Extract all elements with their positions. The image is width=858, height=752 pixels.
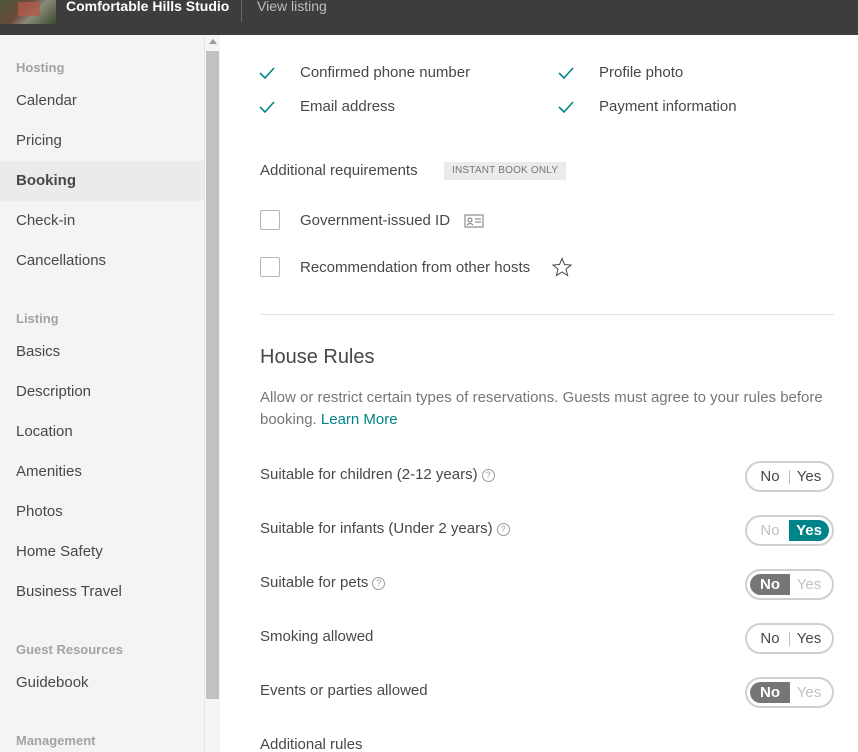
checkmark-icon (558, 101, 574, 114)
help-icon[interactable]: ? (481, 469, 495, 482)
house-rules-description: Allow or restrict certain types of reser… (260, 387, 830, 431)
listing-thumbnail[interactable] (0, 0, 56, 24)
section-divider (260, 314, 834, 315)
infants-no-option[interactable]: No (750, 520, 790, 541)
main-content: Confirmed phone number Email address Pro… (220, 35, 858, 752)
requirement-email-address: Email address (300, 98, 396, 115)
sidebar-item-cancellations[interactable]: Cancellations (0, 241, 204, 281)
sidebar-item-guidebook[interactable]: Guidebook (0, 663, 204, 703)
rule-pets-label: Suitable for pets (260, 574, 369, 591)
pets-no-option[interactable]: No (750, 574, 790, 595)
top-divider (241, 0, 242, 22)
children-yes-option[interactable]: Yes (789, 466, 829, 487)
government-id-label: Government-issued ID (300, 212, 451, 229)
events-yes-option[interactable]: Yes (789, 682, 829, 703)
checkmark-icon (558, 67, 574, 80)
requirement-payment-information: Payment information (599, 98, 737, 115)
additional-requirements-label: Additional requirements (260, 162, 418, 179)
sidebar-heading-listing: Listing (16, 311, 59, 326)
learn-more-link[interactable]: Learn More (321, 411, 398, 428)
rule-smoking-label: Smoking allowed (260, 628, 374, 645)
checkmark-icon (259, 67, 275, 80)
listing-name[interactable]: Comfortable Hills Studio (66, 0, 229, 14)
checkmark-icon (259, 101, 275, 114)
instant-book-badge: INSTANT BOOK ONLY (444, 162, 567, 180)
children-no-option[interactable]: No (750, 466, 790, 487)
sidebar-heading-management: Management (16, 733, 96, 748)
requirement-profile-photo: Profile photo (599, 64, 684, 81)
scroll-up-arrow-icon[interactable] (209, 39, 217, 44)
rule-infants: Suitable for infants (Under 2 years)? (260, 520, 510, 537)
events-toggle: No Yes (745, 677, 834, 708)
infants-toggle: No Yes (745, 515, 834, 546)
help-icon[interactable]: ? (496, 523, 510, 536)
sidebar-item-business-travel[interactable]: Business Travel (0, 572, 204, 612)
sidebar-item-photos[interactable]: Photos (0, 492, 204, 532)
sidebar-item-booking[interactable]: Booking (0, 161, 204, 201)
view-listing-link[interactable]: View listing (257, 0, 327, 14)
house-rules-title: House Rules (260, 346, 375, 368)
government-id-checkbox[interactable] (260, 210, 280, 230)
sidebar-item-home-safety[interactable]: Home Safety (0, 532, 204, 572)
sidebar-item-pricing[interactable]: Pricing (0, 121, 204, 161)
pets-yes-option[interactable]: Yes (789, 574, 829, 595)
sidebar-item-description[interactable]: Description (0, 372, 204, 412)
rule-pets: Suitable for pets? (260, 574, 386, 591)
top-bar: Comfortable Hills Studio View listing (0, 0, 858, 35)
pets-toggle: No Yes (745, 569, 834, 600)
rule-events-label: Events or parties allowed (260, 682, 428, 699)
star-icon (552, 257, 572, 277)
id-card-icon (464, 214, 484, 228)
sidebar-heading-hosting: Hosting (16, 60, 65, 75)
infants-yes-option[interactable]: Yes (789, 520, 829, 541)
requirement-confirmed-phone: Confirmed phone number (300, 64, 471, 81)
smoking-yes-option[interactable]: Yes (789, 628, 829, 649)
sidebar-item-location[interactable]: Location (0, 412, 204, 452)
sidebar-item-calendar[interactable]: Calendar (0, 81, 204, 121)
rule-children-label: Suitable for children (2-12 years) (260, 466, 478, 483)
recommendation-label: Recommendation from other hosts (300, 259, 531, 276)
sidebar-heading-guest-resources: Guest Resources (16, 642, 123, 657)
recommendation-checkbox[interactable] (260, 257, 280, 277)
scrollbar-thumb[interactable] (206, 51, 219, 699)
sidebar-scrollbar[interactable] (204, 35, 220, 752)
events-no-option[interactable]: No (750, 682, 790, 703)
children-toggle: No Yes (745, 461, 834, 492)
sidebar-item-basics[interactable]: Basics (0, 332, 204, 372)
additional-rules-label: Additional rules (260, 736, 363, 752)
rule-infants-label: Suitable for infants (Under 2 years) (260, 520, 493, 537)
sidebar: Hosting Calendar Pricing Booking Check-i… (0, 35, 204, 752)
rule-children: Suitable for children (2-12 years)? (260, 466, 495, 483)
help-icon[interactable]: ? (372, 577, 386, 590)
sidebar-item-amenities[interactable]: Amenities (0, 452, 204, 492)
smoking-toggle: No Yes (745, 623, 834, 654)
sidebar-item-check-in[interactable]: Check-in (0, 201, 204, 241)
smoking-no-option[interactable]: No (750, 628, 790, 649)
